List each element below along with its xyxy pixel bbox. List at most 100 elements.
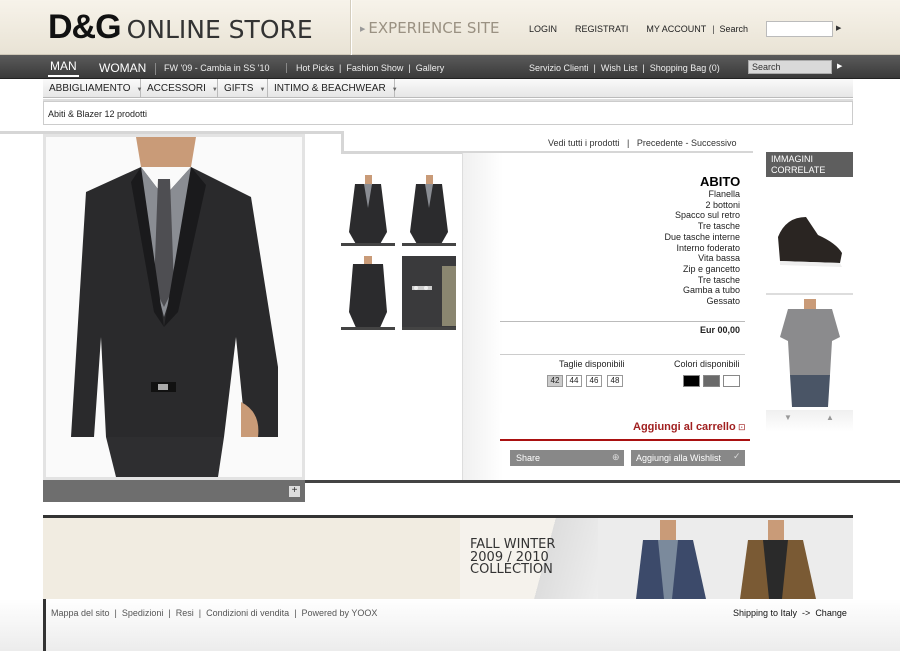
category-intimo-beachwear[interactable]: INTIMO & BEACHWEAR ▼ bbox=[268, 79, 398, 98]
tshirt-image bbox=[766, 297, 853, 409]
terms-link[interactable]: Condizioni di vendita bbox=[206, 608, 289, 618]
feature-item: Flanella bbox=[708, 189, 740, 199]
previous-link[interactable]: Precedente bbox=[637, 138, 683, 148]
divider bbox=[500, 354, 745, 355]
related-item-shoe[interactable] bbox=[766, 177, 853, 295]
top-search-input[interactable] bbox=[766, 21, 833, 37]
register-link[interactable]: REGISTRATI bbox=[575, 24, 628, 34]
breadcrumb: Abiti & Blazer 12 prodotti bbox=[43, 101, 853, 125]
scroll-down-icon[interactable]: ▼ bbox=[784, 413, 792, 422]
size-option-46[interactable]: 46 bbox=[586, 375, 602, 387]
category-label: ABBIGLIAMENTO bbox=[49, 83, 131, 94]
category-abbigliamento[interactable]: ABBIGLIAMENTO ▼ bbox=[43, 79, 142, 98]
models-illustration bbox=[598, 518, 853, 599]
feature-item: Tre tasche bbox=[697, 274, 740, 285]
hot-picks-link[interactable]: Hot Picks bbox=[296, 63, 334, 73]
shipping-label: Shipping to Italy bbox=[733, 608, 798, 618]
size-option-44[interactable]: 44 bbox=[566, 375, 582, 387]
suit-model-illustration bbox=[46, 137, 302, 477]
next-link[interactable]: Successivo bbox=[691, 138, 737, 148]
cart-icon: ⊡ bbox=[738, 422, 746, 432]
footer bbox=[0, 599, 900, 651]
sitemap-link[interactable]: Mappa del sito bbox=[51, 608, 110, 618]
feature-item: Spacco sul retro bbox=[674, 210, 740, 221]
product-price: Eur 00,00 bbox=[699, 325, 740, 335]
color-swatch-black[interactable] bbox=[683, 375, 700, 387]
experience-site-label: EXPERIENCE SITE bbox=[368, 19, 500, 37]
dropdown-arrow-icon: ▼ bbox=[259, 87, 266, 93]
my-account-link[interactable]: MY ACCOUNT bbox=[646, 24, 706, 34]
shipping-link[interactable]: Spedizioni bbox=[122, 608, 164, 618]
store-name: ONLINE STORE bbox=[126, 15, 313, 44]
thumbnail-side[interactable] bbox=[402, 172, 456, 246]
thumbnail-front[interactable] bbox=[341, 172, 395, 246]
feature-item: Gamba a tubo bbox=[682, 285, 740, 296]
nav-search-go-icon[interactable]: ▶ bbox=[837, 62, 842, 70]
feature-item: Due tasche interne bbox=[664, 231, 740, 242]
footer-links: Mappa del sito | Spedizioni | Resi | Condizion… bbox=[51, 608, 378, 618]
banner-image bbox=[598, 518, 853, 599]
returns-link[interactable]: Resi bbox=[176, 608, 194, 618]
section-divider bbox=[305, 480, 900, 483]
top-links: LOGIN REGISTRATI MY ACCOUNT | Search bbox=[529, 24, 766, 34]
divider bbox=[500, 321, 745, 322]
feature-item: Zip e gancetto bbox=[682, 263, 740, 274]
season-link[interactable]: FW '09 - Cambia in SS '10 bbox=[155, 63, 269, 75]
zoom-icon[interactable]: + bbox=[289, 486, 300, 497]
add-to-cart-label: Aggiungi al carrello bbox=[633, 421, 736, 433]
login-link[interactable]: LOGIN bbox=[529, 24, 557, 34]
feature-item: Vita bassa bbox=[698, 253, 740, 264]
customer-service-link[interactable]: Servizio Clienti bbox=[529, 63, 589, 73]
color-swatch-white[interactable] bbox=[723, 375, 740, 387]
category-gifts[interactable]: GIFTS ▼ bbox=[218, 79, 268, 98]
related-title: IMMAGINI CORRELATE bbox=[766, 152, 853, 177]
dropdown-arrow-icon: ▼ bbox=[391, 87, 398, 93]
category-accessori[interactable]: ACCESSORI ▼ bbox=[141, 79, 218, 98]
powered-by-link[interactable]: Powered by YOOX bbox=[302, 608, 378, 618]
thumbnail-back[interactable] bbox=[341, 256, 395, 330]
rule-step bbox=[341, 131, 344, 153]
add-to-wishlist-button[interactable]: Aggiungi alla Wishlist bbox=[631, 450, 745, 466]
shipping-country: Shipping to Italy -> Change bbox=[733, 608, 847, 618]
nav-woman[interactable]: WOMAN bbox=[99, 61, 146, 75]
size-option-48[interactable]: 48 bbox=[607, 375, 623, 387]
arrow-right-icon: ▶ bbox=[360, 24, 366, 33]
scroll-up-icon[interactable]: ▲ bbox=[826, 413, 834, 422]
gallery-link[interactable]: Gallery bbox=[416, 63, 445, 73]
experience-site-link[interactable]: ▶ EXPERIENCE SITE bbox=[360, 19, 500, 37]
thumbnail-detail[interactable] bbox=[402, 256, 456, 330]
brand-name: D&G bbox=[48, 8, 122, 46]
share-button[interactable]: Share bbox=[510, 450, 624, 466]
size-option-42[interactable]: 42 bbox=[547, 375, 563, 387]
fashion-show-link[interactable]: Fashion Show bbox=[346, 63, 403, 73]
colors-label: Colori disponibili bbox=[674, 359, 740, 369]
footer-accent bbox=[43, 599, 46, 651]
feature-item: Tre tasche bbox=[697, 221, 740, 232]
search-go-icon[interactable]: ▶ bbox=[836, 24, 841, 32]
product-nav: Vedi tutti i prodotti | Precedente - Suc… bbox=[548, 138, 737, 148]
change-country-link[interactable]: Change bbox=[815, 608, 847, 618]
fabric-detail-thumbnail bbox=[402, 256, 456, 327]
related-item-tshirt[interactable] bbox=[766, 297, 853, 409]
nav-man[interactable]: MAN bbox=[48, 59, 79, 77]
shopping-bag-link[interactable]: Shopping Bag (0) bbox=[650, 63, 720, 73]
category-label: INTIMO & BEACHWEAR bbox=[274, 83, 386, 94]
share-icon: ⊕ bbox=[612, 452, 620, 462]
wish-list-link[interactable]: Wish List bbox=[601, 63, 638, 73]
related-nav: ▼ ▲ bbox=[766, 410, 853, 432]
brand-logo[interactable]: D&G ONLINE STORE bbox=[48, 8, 313, 47]
nav-search-input[interactable]: Search bbox=[748, 60, 832, 74]
sizes-label: Taglie disponibili bbox=[559, 359, 625, 369]
category-label: ACCESSORI bbox=[147, 83, 206, 94]
product-features: Flanella 2 bottoni Spacco sul retro Tre … bbox=[600, 189, 740, 307]
color-swatch-grey[interactable] bbox=[703, 375, 720, 387]
suit-thumbnail bbox=[341, 256, 395, 327]
feature-item: Interno foderato bbox=[676, 242, 740, 253]
dropdown-arrow-icon: ▼ bbox=[211, 87, 218, 93]
banner-line: COLLECTION bbox=[470, 562, 553, 577]
view-all-link[interactable]: Vedi tutti i prodotti bbox=[548, 138, 620, 148]
category-bar: ABBIGLIAMENTO ▼ ACCESSORI ▼ GIFTS ▼ INTIMO … bbox=[43, 79, 853, 98]
main-product-image[interactable] bbox=[43, 134, 305, 480]
search-label: Search bbox=[719, 24, 749, 34]
banner-text: FALL WINTER 2009 / 2010 COLLECTION bbox=[470, 538, 555, 577]
